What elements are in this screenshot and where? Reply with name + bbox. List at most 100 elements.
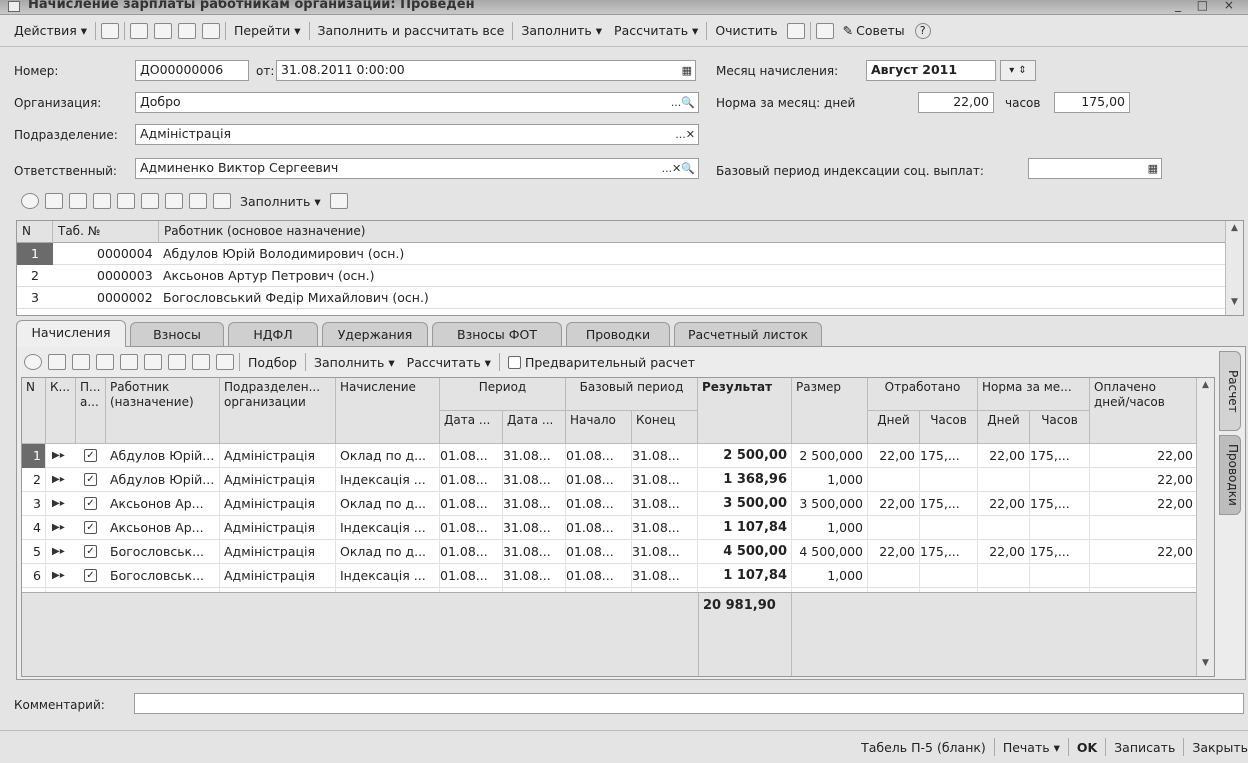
- tabel-button[interactable]: Табель П-5 (бланк): [855, 736, 992, 758]
- table-row[interactable]: 6 Богословськ... Адміністрація Індексація .…: [22, 564, 1214, 588]
- prelim-checkbox[interactable]: Предварительный расчет: [502, 351, 701, 373]
- col-tab[interactable]: Таб. №: [53, 221, 159, 243]
- active-checkbox[interactable]: ✓: [84, 449, 97, 462]
- col-n[interactable]: N: [22, 378, 46, 444]
- table-row[interactable]: 4 Аксьонов Ар... Адміністрація Індексація .…: [22, 516, 1214, 540]
- sort-desc-icon[interactable]: [216, 354, 234, 370]
- goto-menu[interactable]: Перейти ▾: [228, 20, 307, 42]
- clear-button[interactable]: Очистить: [709, 20, 783, 42]
- tab-ndfl[interactable]: НДФЛ: [228, 322, 318, 346]
- list-icon[interactable]: [815, 22, 834, 39]
- col-result[interactable]: Результат: [698, 378, 792, 444]
- tab-payslip[interactable]: Расчетный листок: [674, 322, 822, 346]
- delete-icon[interactable]: [96, 354, 114, 370]
- post-icon[interactable]: [101, 22, 119, 39]
- scroll-down-icon[interactable]: ▼: [1226, 297, 1243, 313]
- ok-button[interactable]: OK: [1071, 736, 1103, 758]
- calendar-icon[interactable]: ▦: [1148, 159, 1158, 178]
- col-size[interactable]: Размер: [792, 378, 868, 444]
- col-norm[interactable]: Норма за ме...: [978, 378, 1090, 411]
- move-up-icon[interactable]: [141, 193, 159, 209]
- clear-icon[interactable]: ...✕: [675, 125, 695, 144]
- table-row[interactable]: 1 0000004 Абдулов Юрій Володимирович (ос…: [17, 243, 1227, 265]
- col-norm-days[interactable]: Дней: [978, 411, 1030, 444]
- col-n[interactable]: N: [17, 221, 53, 243]
- col-base-end[interactable]: Конец: [632, 411, 698, 444]
- tips-button[interactable]: ✎ Советы: [837, 20, 911, 42]
- col-department[interactable]: Подразделен... организации: [220, 378, 336, 444]
- month-field[interactable]: Август 2011: [866, 60, 996, 81]
- tab-accruals[interactable]: Начисления: [16, 320, 126, 347]
- select-search-icon[interactable]: ...🔍: [671, 93, 695, 112]
- move-up-icon[interactable]: [144, 354, 162, 370]
- col-period-from[interactable]: Дата ...: [440, 411, 503, 444]
- col-base-period[interactable]: Базовый период: [566, 378, 698, 411]
- month-spinner[interactable]: ▾ ⇕: [1000, 60, 1036, 81]
- copy-icon[interactable]: [45, 193, 63, 209]
- sort-asc-icon[interactable]: [192, 354, 210, 370]
- side-tab-calc[interactable]: Расчет: [1219, 351, 1241, 431]
- active-checkbox[interactable]: ✓: [84, 473, 97, 486]
- clear-search-icon[interactable]: ...✕🔍: [662, 159, 695, 178]
- spin-icon[interactable]: ⇕: [1018, 65, 1026, 76]
- close-button[interactable]: Закрыть: [1186, 736, 1248, 758]
- save-button[interactable]: Записать: [1108, 736, 1181, 758]
- sort-az-icon[interactable]: [786, 22, 805, 39]
- col-employee[interactable]: Работник (основое назначение): [159, 221, 1227, 243]
- add-icon[interactable]: [24, 354, 42, 370]
- structure-icon[interactable]: [130, 22, 148, 39]
- col-employee[interactable]: Работник (назначение): [106, 378, 220, 444]
- print-preview-icon[interactable]: [178, 22, 196, 39]
- norm-hours-field[interactable]: 175,00: [1054, 92, 1130, 113]
- users-icon[interactable]: [329, 193, 348, 209]
- end-edit-icon[interactable]: [117, 193, 135, 209]
- employees-scrollbar[interactable]: ▲ ▼: [1225, 221, 1243, 315]
- calendar-icon[interactable]: ▦: [682, 61, 692, 80]
- col-norm-hours[interactable]: Часов: [1030, 411, 1090, 444]
- table-row[interactable]: 2 0000003 Аксьонов Артур Петрович (осн.): [17, 265, 1227, 287]
- move-down-icon[interactable]: [165, 193, 183, 209]
- col-k[interactable]: К...: [46, 378, 76, 444]
- select-button[interactable]: Подбор: [242, 351, 303, 373]
- dept-field[interactable]: Адміністрація ...✕: [135, 124, 699, 145]
- fill-calc-all-button[interactable]: Заполнить и рассчитать все: [312, 20, 511, 42]
- chevron-down-icon[interactable]: ▾: [1009, 65, 1014, 76]
- movements-icon[interactable]: [202, 22, 220, 39]
- active-checkbox[interactable]: ✓: [84, 521, 97, 534]
- col-period[interactable]: Период: [440, 378, 566, 411]
- col-p[interactable]: П... а...: [76, 378, 106, 444]
- table-row[interactable]: 3 Аксьонов Ар... Адміністрація Оклад по д..…: [22, 492, 1214, 516]
- col-worked-hours[interactable]: Часов: [920, 411, 978, 444]
- number-field[interactable]: ДО00000006: [135, 60, 249, 81]
- tab-postings[interactable]: Проводки: [566, 322, 670, 346]
- move-down-icon[interactable]: [168, 354, 186, 370]
- col-worked[interactable]: Отработано: [868, 378, 978, 411]
- copy-doc-icon[interactable]: [154, 22, 172, 39]
- active-checkbox[interactable]: ✓: [84, 569, 97, 582]
- print-menu[interactable]: Печать ▾: [997, 736, 1066, 758]
- comment-field[interactable]: [134, 693, 1244, 714]
- org-field[interactable]: Добро ...🔍: [135, 92, 699, 113]
- norm-days-field[interactable]: 22,00: [918, 92, 994, 113]
- accruals-scrollbar[interactable]: ▲ ▼: [1196, 378, 1214, 676]
- scroll-up-icon[interactable]: ▲: [1226, 223, 1243, 239]
- accr-fill-menu[interactable]: Заполнить ▾: [308, 351, 401, 373]
- edit-icon[interactable]: [72, 354, 90, 370]
- base-period-field[interactable]: ▦: [1028, 158, 1162, 179]
- accr-calculate-menu[interactable]: Рассчитать ▾: [401, 351, 497, 373]
- col-worked-days[interactable]: Дней: [868, 411, 920, 444]
- emp-fill-menu[interactable]: Заполнить ▾: [234, 190, 327, 212]
- table-row[interactable]: 3 0000002 Богословський Федір Михайлович…: [17, 287, 1227, 309]
- delete-icon[interactable]: [93, 193, 111, 209]
- side-tab-postings[interactable]: Проводки: [1219, 435, 1241, 515]
- tab-deductions[interactable]: Удержания: [322, 322, 428, 346]
- scroll-down-icon[interactable]: ▼: [1197, 658, 1214, 674]
- responsible-field[interactable]: Админенко Виктор Сергеевич ...✕🔍: [135, 158, 699, 179]
- active-checkbox[interactable]: ✓: [84, 545, 97, 558]
- help-icon[interactable]: ?: [914, 22, 931, 39]
- table-row[interactable]: 2 Абдулов Юрій... Адміністрація Індексація …: [22, 468, 1214, 492]
- table-row[interactable]: 1 Абдулов Юрій... Адміністрація Оклад по д.…: [22, 444, 1214, 468]
- col-paid[interactable]: Оплачено дней/часов: [1090, 378, 1198, 444]
- active-checkbox[interactable]: ✓: [84, 497, 97, 510]
- add-icon[interactable]: [21, 193, 39, 209]
